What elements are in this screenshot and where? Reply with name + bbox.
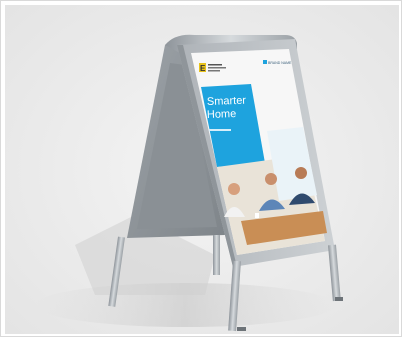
poster-headline-line1: Smarter bbox=[207, 95, 247, 108]
poster-logo-text-3 bbox=[208, 70, 220, 72]
person-middle-head bbox=[265, 173, 277, 185]
brand-label: BRAND NAME bbox=[268, 61, 292, 65]
poster-logo-text-1 bbox=[208, 64, 222, 66]
front-leg-foot-left bbox=[237, 327, 246, 331]
poster-subline bbox=[209, 129, 231, 131]
brand-mark bbox=[263, 60, 267, 64]
photo-cup bbox=[255, 213, 259, 218]
front-leg-foot-right bbox=[335, 297, 343, 301]
poster-headline-line2: Home bbox=[207, 108, 237, 121]
person-left-head bbox=[228, 183, 240, 195]
photo-frame: Smarter Home E BRAND NAME bbox=[0, 0, 402, 337]
poster-logo-text-2 bbox=[208, 67, 226, 69]
poster-logo-letter: E bbox=[200, 64, 206, 73]
person-right-head bbox=[295, 167, 307, 179]
a-frame-sign-photo: Smarter Home E BRAND NAME bbox=[5, 5, 399, 334]
back-leg-right bbox=[213, 235, 220, 275]
